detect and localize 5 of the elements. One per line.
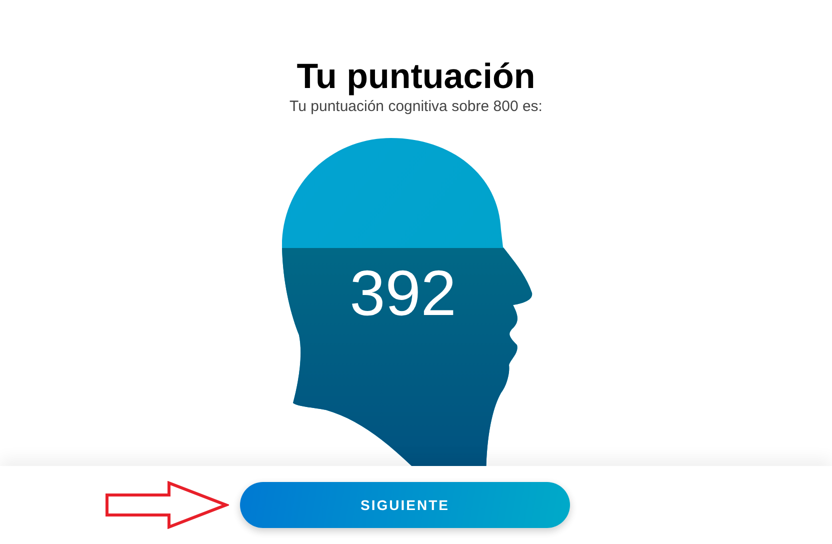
page-title: Tu puntuación: [296, 58, 536, 96]
score-value: 392: [350, 257, 456, 329]
arrow-icon: [105, 481, 229, 529]
subtitle: Tu puntuación cognitiva sobre 800 es:: [290, 98, 542, 115]
next-button[interactable]: SIGUIENTE: [240, 482, 570, 528]
